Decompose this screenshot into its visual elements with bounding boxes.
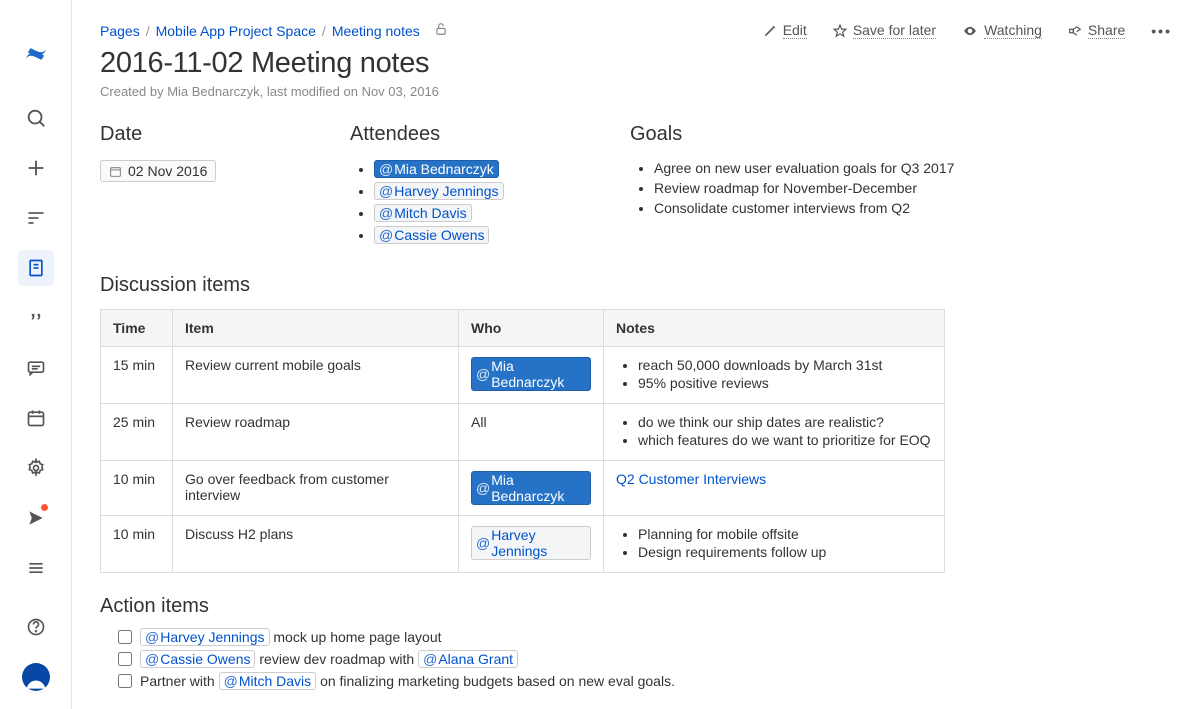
cell-notes: reach 50,000 downloads by March 31st95% …: [604, 347, 945, 404]
attendees-heading: Attendees: [350, 123, 590, 146]
action-items-list: @Harvey Jennings mock up home page layou…: [100, 628, 1172, 690]
profile-avatar-icon[interactable]: [18, 659, 54, 695]
discussion-table: Time Item Who Notes 15 min Review curren…: [100, 309, 945, 573]
th-item: Item: [173, 310, 459, 347]
page-actions: Edit Save for later Watching Share •••: [763, 22, 1172, 39]
page-title: 2016-11-02 Meeting notes: [100, 47, 1172, 80]
cell-time: 10 min: [101, 461, 173, 516]
cell-notes: Planning for mobile offsiteDesign requir…: [604, 516, 945, 573]
mention-harvey[interactable]: @Harvey Jennings: [374, 182, 504, 200]
save-for-later-button[interactable]: Save for later: [833, 22, 936, 39]
goals-list: Agree on new user evaluation goals for Q…: [630, 160, 1172, 216]
breadcrumb-pages[interactable]: Pages: [100, 23, 140, 39]
cell-notes: do we think our ship dates are realistic…: [604, 404, 945, 461]
mention-harvey[interactable]: @Harvey Jennings: [140, 628, 270, 646]
breadcrumb-space[interactable]: Mobile App Project Space: [156, 23, 316, 39]
th-notes: Notes: [604, 310, 945, 347]
goal-item: Consolidate customer interviews from Q2: [654, 200, 1172, 216]
unlocked-icon[interactable]: [434, 22, 448, 39]
edit-button[interactable]: Edit: [763, 22, 807, 39]
more-actions-button[interactable]: •••: [1151, 23, 1172, 39]
cell-who: @Mia Bednarczyk: [459, 461, 604, 516]
breadcrumb-separator: /: [322, 23, 326, 39]
goals-heading: Goals: [630, 123, 1172, 146]
cell-item: Go over feedback from customer interview: [173, 461, 459, 516]
table-row: 25 min Review roadmap All do we think ou…: [101, 404, 945, 461]
topbar: Pages / Mobile App Project Space / Meeti…: [100, 22, 1172, 39]
date-chip[interactable]: 02 Nov 2016: [100, 160, 216, 182]
calendar-icon[interactable]: [18, 400, 54, 436]
cell-item: Review roadmap: [173, 404, 459, 461]
action-items-heading: Action items: [100, 595, 1172, 618]
mention-mitch[interactable]: @Mitch Davis: [219, 672, 317, 690]
action-item: Partner with @Mitch Davis on finalizing …: [118, 672, 1172, 690]
mention-alana[interactable]: @Alana Grant: [418, 650, 518, 668]
cell-item: Review current mobile goals: [173, 347, 459, 404]
watching-button[interactable]: Watching: [962, 22, 1042, 39]
mention-mia[interactable]: @Mia Bednarczyk: [471, 357, 591, 391]
action-item: @Cassie Owens review dev roadmap with @A…: [118, 650, 1172, 668]
page-meta: Created by Mia Bednarczyk, last modified…: [100, 84, 1172, 99]
cell-who: @Harvey Jennings: [459, 516, 604, 573]
cell-item: Discuss H2 plans: [173, 516, 459, 573]
mention-mitch[interactable]: @Mitch Davis: [374, 204, 472, 222]
cell-notes: Q2 Customer Interviews: [604, 461, 945, 516]
mention-cassie[interactable]: @Cassie Owens: [374, 226, 489, 244]
goal-item: Review roadmap for November-December: [654, 180, 1172, 196]
notification-icon[interactable]: [18, 500, 54, 536]
date-heading: Date: [100, 123, 310, 146]
expand-icon[interactable]: [18, 550, 54, 586]
search-icon[interactable]: [18, 100, 54, 136]
mention-mia[interactable]: @Mia Bednarczyk: [471, 471, 591, 505]
cell-time: 10 min: [101, 516, 173, 573]
notes-link[interactable]: Q2 Customer Interviews: [616, 471, 766, 487]
th-time: Time: [101, 310, 173, 347]
discussion-heading: Discussion items: [100, 274, 1172, 297]
th-who: Who: [459, 310, 604, 347]
share-button[interactable]: Share: [1068, 22, 1125, 39]
global-sidebar: [0, 0, 72, 709]
mention-harvey[interactable]: @Harvey Jennings: [471, 526, 591, 560]
mention-mia[interactable]: @Mia Bednarczyk: [374, 160, 499, 178]
action-item: @Harvey Jennings mock up home page layou…: [118, 628, 1172, 646]
settings-icon[interactable]: [18, 450, 54, 486]
breadcrumb: Pages / Mobile App Project Space / Meeti…: [100, 22, 448, 39]
mention-cassie[interactable]: @Cassie Owens: [140, 650, 255, 668]
page-icon[interactable]: [18, 250, 54, 286]
breadcrumb-separator: /: [146, 23, 150, 39]
help-icon[interactable]: [18, 609, 54, 645]
table-row: 10 min Go over feedback from customer in…: [101, 461, 945, 516]
cell-time: 25 min: [101, 404, 173, 461]
action-checkbox[interactable]: [118, 674, 132, 688]
quote-icon[interactable]: [18, 300, 54, 336]
table-row: 10 min Discuss H2 plans @Harvey Jennings…: [101, 516, 945, 573]
comment-icon[interactable]: [18, 350, 54, 386]
breadcrumb-page[interactable]: Meeting notes: [332, 23, 420, 39]
table-row: 15 min Review current mobile goals @Mia …: [101, 347, 945, 404]
attendees-list: @Mia Bednarczyk @Harvey Jennings @Mitch …: [350, 160, 590, 244]
action-checkbox[interactable]: [118, 630, 132, 644]
date-value: 02 Nov 2016: [128, 163, 207, 179]
create-icon[interactable]: [18, 150, 54, 186]
goal-item: Agree on new user evaluation goals for Q…: [654, 160, 1172, 176]
cell-time: 15 min: [101, 347, 173, 404]
main-content: Pages / Mobile App Project Space / Meeti…: [72, 0, 1200, 709]
confluence-logo-icon[interactable]: [18, 36, 54, 72]
cell-who: @Mia Bednarczyk: [459, 347, 604, 404]
cell-who: All: [459, 404, 604, 461]
action-checkbox[interactable]: [118, 652, 132, 666]
filter-icon[interactable]: [18, 200, 54, 236]
